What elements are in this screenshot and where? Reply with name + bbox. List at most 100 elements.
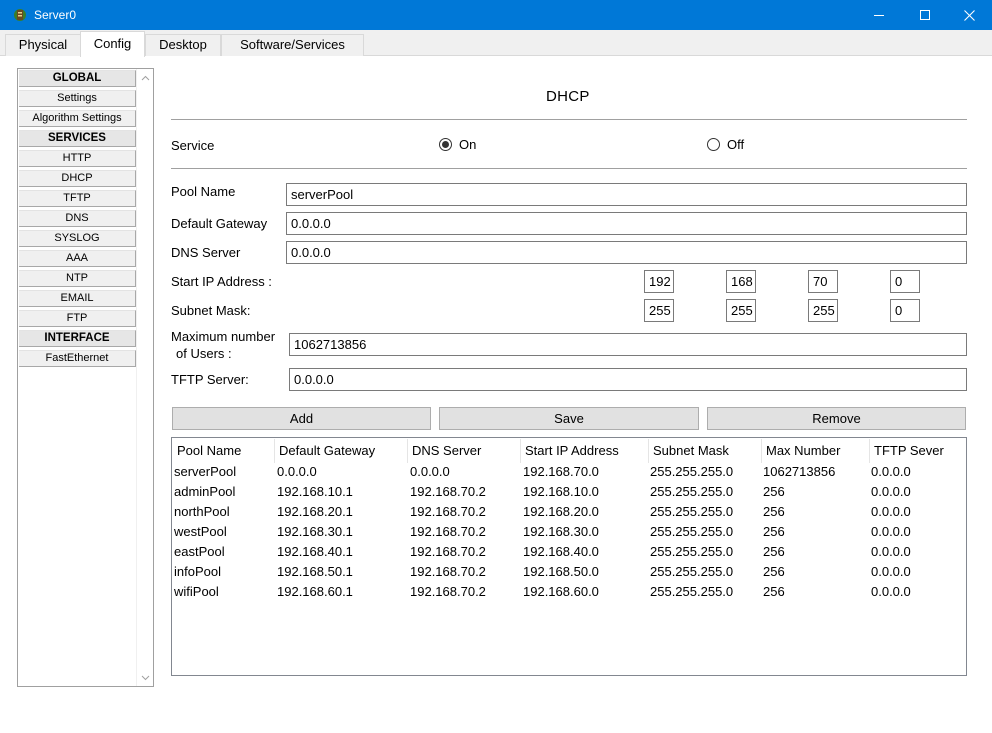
sidebar-item-dns[interactable]: DNS bbox=[19, 210, 136, 227]
cell-dns-server: 192.168.70.2 bbox=[410, 584, 486, 599]
scroll-up-icon[interactable] bbox=[141, 74, 150, 83]
table-row[interactable]: adminPool 192.168.10.1 192.168.70.2 192.… bbox=[173, 482, 965, 502]
table-row[interactable]: wifiPool 192.168.60.1 192.168.70.2 192.1… bbox=[173, 582, 965, 602]
save-button[interactable]: Save bbox=[439, 407, 699, 430]
sidebar-item-ntp[interactable]: NTP bbox=[19, 270, 136, 287]
sidebar-item-email[interactable]: EMAIL bbox=[19, 290, 136, 307]
dns-server-input[interactable]: 0.0.0.0 bbox=[286, 241, 967, 264]
cell-subnet-mask: 255.255.255.0 bbox=[650, 504, 734, 519]
table-row[interactable]: serverPool 0.0.0.0 0.0.0.0 192.168.70.0 … bbox=[173, 462, 965, 482]
cell-default-gateway: 192.168.60.1 bbox=[277, 584, 353, 599]
maximize-button[interactable] bbox=[902, 0, 948, 30]
start-ip-octet-1[interactable]: 192 bbox=[644, 270, 674, 293]
column-header-subnet-mask[interactable]: Subnet Mask bbox=[649, 439, 762, 463]
table-row[interactable]: infoPool 192.168.50.1 192.168.70.2 192.1… bbox=[173, 562, 965, 582]
cell-max-number: 256 bbox=[763, 564, 785, 579]
server-app-icon bbox=[14, 9, 26, 21]
sidebar-item-algorithm-settings[interactable]: Algorithm Settings bbox=[19, 110, 136, 127]
tab-config[interactable]: Config bbox=[80, 31, 145, 57]
minimize-icon bbox=[874, 15, 884, 16]
cell-dns-server: 192.168.70.2 bbox=[410, 544, 486, 559]
tab-desktop[interactable]: Desktop bbox=[145, 34, 221, 56]
divider bbox=[171, 168, 967, 169]
table-row[interactable]: eastPool 192.168.40.1 192.168.70.2 192.1… bbox=[173, 542, 965, 562]
cell-default-gateway: 192.168.10.1 bbox=[277, 484, 353, 499]
table-row[interactable]: northPool 192.168.20.1 192.168.70.2 192.… bbox=[173, 502, 965, 522]
cell-start-ip: 192.168.70.0 bbox=[523, 464, 599, 479]
start-ip-octet-3[interactable]: 70 bbox=[808, 270, 838, 293]
sidebar-item-aaa[interactable]: AAA bbox=[19, 250, 136, 267]
service-on-radio[interactable] bbox=[439, 138, 452, 151]
sidebar-item-tftp[interactable]: TFTP bbox=[19, 190, 136, 207]
cell-subnet-mask: 255.255.255.0 bbox=[650, 584, 734, 599]
sidebar-item-settings[interactable]: Settings bbox=[19, 90, 136, 107]
cell-dns-server: 192.168.70.2 bbox=[410, 564, 486, 579]
cell-pool-name: serverPool bbox=[174, 464, 237, 479]
sidebar-item-http[interactable]: HTTP bbox=[19, 150, 136, 167]
max-users-input[interactable]: 1062713856 bbox=[289, 333, 967, 356]
cell-start-ip: 192.168.10.0 bbox=[523, 484, 599, 499]
pool-name-label: Pool Name bbox=[171, 184, 236, 199]
service-off-radio[interactable] bbox=[707, 138, 720, 151]
tab-physical[interactable]: Physical bbox=[5, 34, 81, 56]
cell-subnet-mask: 255.255.255.0 bbox=[650, 464, 734, 479]
service-on-label[interactable]: On bbox=[459, 137, 476, 152]
cell-default-gateway: 192.168.20.1 bbox=[277, 504, 353, 519]
sidebar-item-syslog[interactable]: SYSLOG bbox=[19, 230, 136, 247]
cell-max-number: 256 bbox=[763, 504, 785, 519]
sidebar-item-ftp[interactable]: FTP bbox=[19, 310, 136, 327]
radio-selected-dot bbox=[442, 141, 449, 148]
max-users-label-line2: of Users : bbox=[176, 346, 232, 361]
pool-name-input[interactable]: serverPool bbox=[286, 183, 967, 206]
cell-subnet-mask: 255.255.255.0 bbox=[650, 564, 734, 579]
subnet-mask-octet-4[interactable]: 0 bbox=[890, 299, 920, 322]
cell-tftp-server: 0.0.0.0 bbox=[871, 464, 911, 479]
cell-tftp-server: 0.0.0.0 bbox=[871, 584, 911, 599]
column-header-max-number[interactable]: Max Number bbox=[762, 439, 870, 463]
sidebar-item-fastethernet[interactable]: FastEthernet bbox=[19, 350, 136, 367]
pool-table: Pool Name Default Gateway DNS Server Sta… bbox=[171, 437, 967, 676]
default-gateway-input[interactable]: 0.0.0.0 bbox=[286, 212, 967, 235]
subnet-mask-label: Subnet Mask: bbox=[171, 303, 251, 318]
table-row[interactable]: westPool 192.168.30.1 192.168.70.2 192.1… bbox=[173, 522, 965, 542]
column-header-pool-name[interactable]: Pool Name bbox=[173, 439, 275, 463]
cell-tftp-server: 0.0.0.0 bbox=[871, 544, 911, 559]
column-header-dns-server[interactable]: DNS Server bbox=[408, 439, 521, 463]
cell-subnet-mask: 255.255.255.0 bbox=[650, 544, 734, 559]
cell-pool-name: westPool bbox=[174, 524, 227, 539]
start-ip-octet-2[interactable]: 168 bbox=[726, 270, 756, 293]
close-button[interactable] bbox=[946, 0, 992, 30]
title-bar: Server0 bbox=[0, 0, 992, 30]
column-header-start-ip[interactable]: Start IP Address bbox=[521, 439, 649, 463]
minimize-button[interactable] bbox=[856, 0, 902, 30]
cell-subnet-mask: 255.255.255.0 bbox=[650, 524, 734, 539]
cell-max-number: 256 bbox=[763, 584, 785, 599]
cell-max-number: 256 bbox=[763, 524, 785, 539]
cell-tftp-server: 0.0.0.0 bbox=[871, 504, 911, 519]
sidebar-scrollbar[interactable] bbox=[136, 69, 153, 686]
add-button[interactable]: Add bbox=[172, 407, 431, 430]
sidebar-section-services: SERVICES bbox=[19, 130, 136, 147]
tab-software-services[interactable]: Software/Services bbox=[221, 34, 364, 56]
cell-start-ip: 192.168.50.0 bbox=[523, 564, 599, 579]
subnet-mask-octet-1[interactable]: 255 bbox=[644, 299, 674, 322]
column-header-tftp-server[interactable]: TFTP Sever bbox=[870, 439, 964, 463]
remove-button[interactable]: Remove bbox=[707, 407, 966, 430]
subnet-mask-octet-3[interactable]: 255 bbox=[808, 299, 838, 322]
cell-start-ip: 192.168.20.0 bbox=[523, 504, 599, 519]
subnet-mask-octet-2[interactable]: 255 bbox=[726, 299, 756, 322]
cell-max-number: 256 bbox=[763, 484, 785, 499]
service-off-label[interactable]: Off bbox=[727, 137, 744, 152]
cell-default-gateway: 0.0.0.0 bbox=[277, 464, 317, 479]
start-ip-octet-4[interactable]: 0 bbox=[890, 270, 920, 293]
column-header-default-gateway[interactable]: Default Gateway bbox=[275, 439, 408, 463]
sidebar-item-dhcp[interactable]: DHCP bbox=[19, 170, 136, 187]
tftp-server-input[interactable]: 0.0.0.0 bbox=[289, 368, 967, 391]
service-label: Service bbox=[171, 138, 215, 153]
tftp-server-label: TFTP Server: bbox=[171, 372, 249, 387]
scroll-down-icon[interactable] bbox=[141, 673, 150, 682]
config-sidebar: GLOBAL Settings Algorithm Settings SERVI… bbox=[17, 68, 154, 687]
cell-tftp-server: 0.0.0.0 bbox=[871, 564, 911, 579]
page-title: DHCP bbox=[546, 88, 590, 105]
cell-start-ip: 192.168.40.0 bbox=[523, 544, 599, 559]
